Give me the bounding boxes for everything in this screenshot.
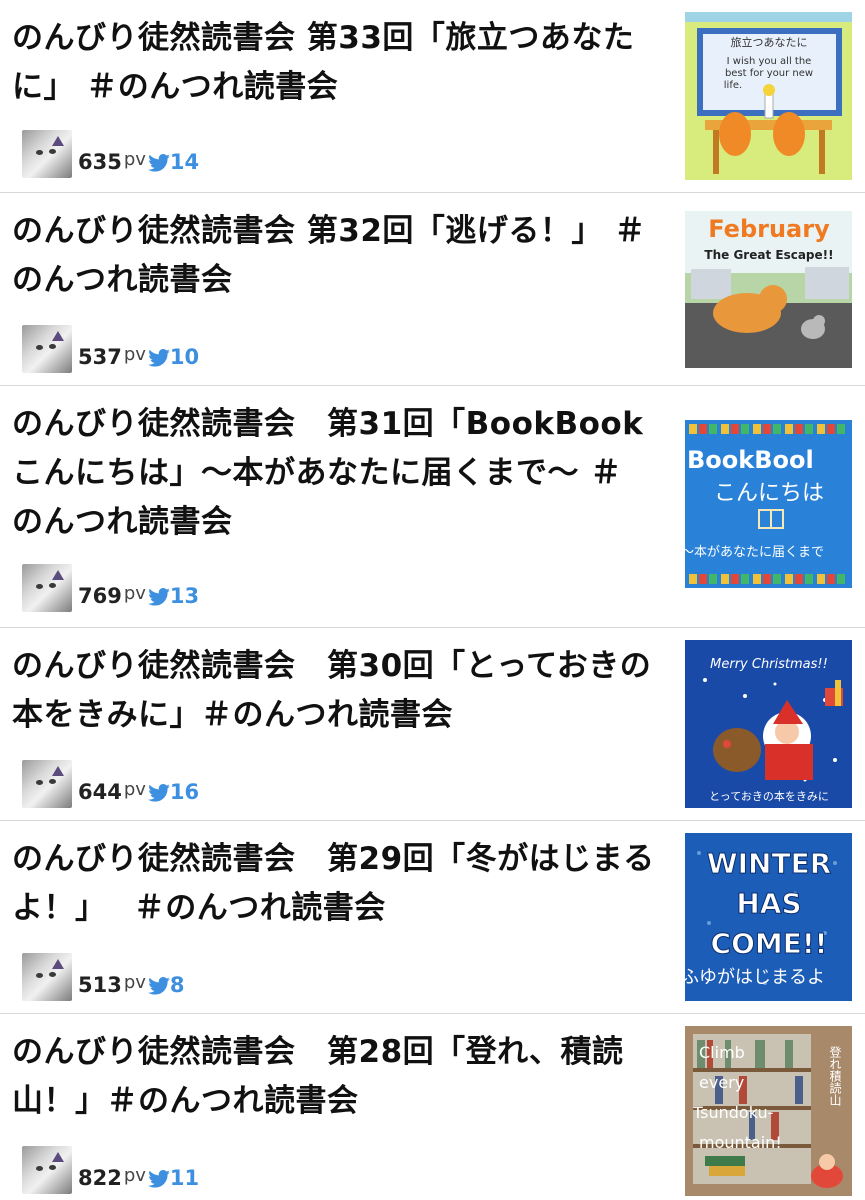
tweet-count: 10 bbox=[169, 345, 200, 369]
article-title[interactable]: のんびり徒然読書会 第28回「登れ、積読山！」＃のんつれ読書会 bbox=[12, 1028, 672, 1126]
pageview-count: 513 bbox=[78, 973, 122, 997]
thumbnail-text-2: とっておきの本をきみに bbox=[709, 789, 829, 803]
tweet-count: 14 bbox=[169, 150, 200, 174]
twitter-bird-icon bbox=[148, 349, 170, 367]
list-item[interactable]: のんびり徒然読書会 第29回「冬がはじまるよ！」 ＃のんつれ読書会 513 pv… bbox=[0, 821, 865, 1014]
pageview-count: 635 bbox=[78, 150, 122, 174]
thumbnail-text-2: every bbox=[699, 1073, 744, 1092]
pageview-unit: pv bbox=[123, 779, 146, 800]
pageview-unit: pv bbox=[123, 583, 146, 604]
article-thumbnail[interactable]: February The Great Escape!! bbox=[685, 211, 852, 368]
article-meta: 513 pv 8 bbox=[22, 951, 185, 1001]
article-list: のんびり徒然読書会 第33回「旅立つあなたに」 ＃のんつれ読書会 635 pv … bbox=[0, 0, 865, 1200]
article-title[interactable]: のんびり徒然読書会 第30回「とっておきの本をきみに」＃のんつれ読書会 bbox=[12, 642, 672, 740]
avatar bbox=[22, 130, 72, 178]
thumbnail-text-3: best for your new bbox=[725, 68, 813, 79]
thumbnail-text-3: 〜本があなたに届くまで bbox=[685, 545, 824, 560]
article-title[interactable]: のんびり徒然読書会 第32回「逃げる！」 ＃のんつれ読書会 bbox=[12, 207, 672, 305]
avatar bbox=[22, 564, 72, 612]
avatar bbox=[22, 760, 72, 808]
thumbnail-text-1: Climb bbox=[699, 1043, 745, 1062]
article-thumbnail[interactable]: WINTER HAS COME!! ふゆがはじまるよ bbox=[685, 833, 852, 1001]
article-meta: 822 pv 11 bbox=[22, 1144, 199, 1194]
pageview-unit: pv bbox=[123, 149, 146, 170]
thumbnail-text-1: Merry Christmas!! bbox=[710, 657, 828, 672]
twitter-bird-icon bbox=[148, 1170, 170, 1188]
thumbnail-text-2: The Great Escape!! bbox=[704, 248, 833, 262]
pageview-count: 537 bbox=[78, 345, 122, 369]
thumbnail-text-4: life. bbox=[724, 80, 742, 91]
twitter-bird-icon bbox=[148, 154, 170, 172]
list-item[interactable]: のんびり徒然読書会 第33回「旅立つあなたに」 ＃のんつれ読書会 635 pv … bbox=[0, 0, 865, 193]
article-meta: 644 pv 16 bbox=[22, 758, 199, 808]
thumbnail-text-2: HAS bbox=[736, 887, 801, 920]
tweet-count: 13 bbox=[169, 584, 200, 608]
thumbnail-text-3: Tsundoku- bbox=[692, 1103, 773, 1122]
article-title[interactable]: のんびり徒然読書会 第33回「旅立つあなたに」 ＃のんつれ読書会 bbox=[12, 14, 672, 112]
article-title[interactable]: のんびり徒然読書会 第29回「冬がはじまるよ！」 ＃のんつれ読書会 bbox=[12, 835, 672, 933]
article-thumbnail[interactable]: Climb every Tsundoku- mountain! 登れ積読山 bbox=[685, 1026, 852, 1196]
tweet-count: 8 bbox=[169, 973, 185, 997]
thumbnail-text-1: February bbox=[708, 215, 830, 243]
article-meta: 769 pv 13 bbox=[22, 562, 199, 612]
twitter-bird-icon bbox=[148, 588, 170, 606]
thumbnail-text-4: ふゆがはじまるよ bbox=[685, 967, 825, 988]
thumbnail-text-5: 登れ積読山 bbox=[828, 1045, 842, 1106]
pageview-unit: pv bbox=[123, 344, 146, 365]
list-item[interactable]: のんびり徒然読書会 第28回「登れ、積読山！」＃のんつれ読書会 822 pv 1… bbox=[0, 1014, 865, 1200]
thumbnail-text-1: 旅立つあなたに bbox=[731, 35, 808, 49]
thumbnail-text-1: BookBool bbox=[687, 446, 814, 474]
article-thumbnail[interactable]: BookBool こんにちは 〜本があなたに届くまで bbox=[685, 420, 852, 588]
article-thumbnail[interactable]: Merry Christmas!! とっておきの本をきみに bbox=[685, 640, 852, 808]
list-item[interactable]: のんびり徒然読書会 第31回「BookBookこんにちは」〜本があなたに届くまで… bbox=[0, 386, 865, 628]
avatar bbox=[22, 325, 72, 373]
thumbnail-text-1: WINTER bbox=[707, 847, 832, 880]
pageview-count: 644 bbox=[78, 780, 122, 804]
thumbnail-text-2: こんにちは bbox=[714, 481, 824, 506]
article-meta: 635 pv 14 bbox=[22, 128, 199, 178]
avatar bbox=[22, 953, 72, 1001]
pageview-count: 822 bbox=[78, 1166, 122, 1190]
pageview-count: 769 bbox=[78, 584, 122, 608]
pageview-unit: pv bbox=[123, 972, 146, 993]
article-meta: 537 pv 10 bbox=[22, 323, 199, 373]
tweet-count: 11 bbox=[169, 1166, 200, 1190]
thumbnail-text-2: I wish you all the bbox=[727, 56, 812, 67]
list-item[interactable]: のんびり徒然読書会 第30回「とっておきの本をきみに」＃のんつれ読書会 644 … bbox=[0, 628, 865, 821]
avatar bbox=[22, 1146, 72, 1194]
twitter-bird-icon bbox=[148, 977, 170, 995]
list-item[interactable]: のんびり徒然読書会 第32回「逃げる！」 ＃のんつれ読書会 537 pv 10 … bbox=[0, 193, 865, 386]
twitter-bird-icon bbox=[148, 784, 170, 802]
article-thumbnail[interactable]: 旅立つあなたに I wish you all the best for your… bbox=[685, 12, 852, 180]
tweet-count: 16 bbox=[169, 780, 200, 804]
thumbnail-text-3: COME!! bbox=[711, 927, 828, 960]
article-title[interactable]: のんびり徒然読書会 第31回「BookBookこんにちは」〜本があなたに届くまで… bbox=[12, 400, 652, 547]
thumbnail-text-4: mountain! bbox=[699, 1133, 782, 1152]
pageview-unit: pv bbox=[123, 1165, 146, 1186]
